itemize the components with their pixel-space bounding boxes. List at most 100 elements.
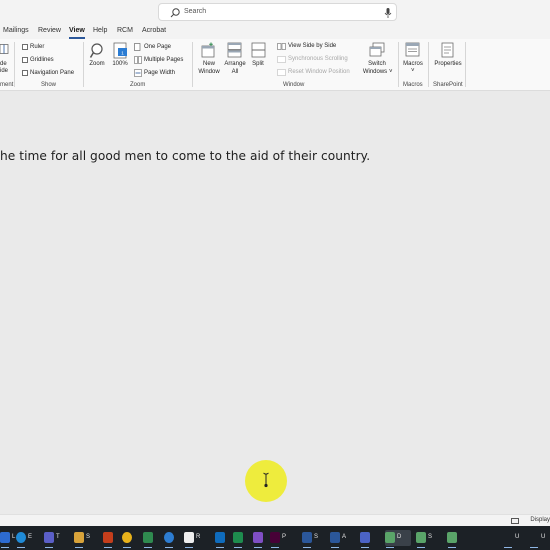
new-window-label-2[interactable]: Window [195,69,223,76]
taskbar-app[interactable] [360,530,372,548]
taskbar-app[interactable] [143,530,155,548]
side-to-side-label-2[interactable]: ide [0,68,8,75]
hundred-percent-label[interactable]: 100% [110,61,130,68]
gridlines-label[interactable]: Gridlines [30,57,54,64]
switch-windows-icon[interactable] [369,42,385,58]
taskbar-app-label: D [397,534,402,540]
document-area[interactable]: he time for all good men to come to the … [0,91,550,514]
search-placeholder: Search [184,8,207,15]
one-page-label[interactable]: One Page [144,44,171,51]
arrange-all-label-1[interactable]: Arrange [221,61,249,68]
hundred-percent-icon[interactable]: 1 [113,42,128,60]
document-icon [233,532,243,543]
synchronous-scrolling-label: Synchronous Scrolling [288,56,348,62]
taskbar-app-label: A [342,534,347,540]
zoom-label[interactable]: Zoom [87,61,107,68]
arrange-all-icon[interactable] [227,42,242,58]
ribbon-tabs: Mailings Review View Help RCM Acrobat [0,25,550,39]
chevron-down-icon[interactable]: ˅ [411,68,415,75]
split-label[interactable]: Split [246,61,270,68]
navigation-pane-label[interactable]: Navigation Pane [30,70,74,77]
page-width-label[interactable]: Page Width [144,70,175,77]
taskbar-app-active[interactable]: D [385,530,411,548]
app-icon [302,532,312,543]
search-icon [170,8,180,18]
ruler-checkbox[interactable] [22,44,28,50]
properties-label[interactable]: Properties [432,61,464,68]
taskbar-app-label: S [314,534,319,540]
file-explorer-icon [74,532,84,543]
taskbar-app-label: P [282,534,287,540]
zoom-icon[interactable] [89,42,105,60]
app-icon [447,532,457,543]
app-icon [215,532,225,543]
taskbar-app[interactable]: A [330,530,354,548]
taskbar-app[interactable] [253,530,265,548]
tab-help[interactable]: Help [93,27,107,34]
taskbar-app[interactable]: S [416,530,440,548]
group-separator [398,42,399,87]
taskbar-app-label: S [428,534,433,540]
tab-acrobat[interactable]: Acrobat [142,27,166,34]
taskbar-app[interactable]: E [16,530,40,548]
display-settings-label[interactable]: Display [530,517,550,523]
taskbar-app[interactable] [447,530,459,548]
group-separator [83,42,84,87]
taskbar-app-label: U [515,534,520,540]
navigation-pane-checkbox[interactable] [22,70,28,76]
taskbar-app[interactable]: U [529,530,550,548]
tab-review[interactable]: Review [38,27,61,34]
taskbar-app[interactable] [233,530,245,548]
taskbar-app[interactable] [103,530,115,548]
macros-label[interactable]: Macros [400,61,426,68]
tab-mailings[interactable]: Mailings [3,27,29,34]
macros-icon[interactable] [405,42,421,58]
text-cursor-icon [263,472,269,488]
edge-icon [16,532,26,543]
side-to-side-label-1[interactable]: de [0,61,7,68]
properties-icon[interactable] [441,42,455,58]
taskbar-app[interactable] [164,530,176,548]
notes-icon [103,532,113,543]
tab-rcm[interactable]: RCM [117,27,133,34]
document-page[interactable]: he time for all good men to come to the … [0,91,550,514]
app-icon [270,532,280,543]
taskbar-app[interactable]: P [270,530,292,548]
teams-icon [44,532,54,543]
taskbar-app[interactable]: R [184,530,206,548]
group-label-show: Show [41,82,57,88]
display-settings-icon[interactable] [511,518,519,524]
split-icon[interactable] [251,42,266,58]
gridlines-checkbox[interactable] [22,57,28,63]
taskbar-app[interactable]: L [0,530,15,548]
new-window-label-1[interactable]: New [195,61,223,68]
arrange-all-label-2[interactable]: All [221,69,249,76]
switch-windows-label-1[interactable]: Switch [361,61,393,68]
view-side-by-side-label[interactable]: View Side by Side [288,43,336,50]
app-icon [184,532,194,543]
search-box[interactable]: Search [158,3,397,21]
page-width-icon [134,69,142,77]
taskbar-app[interactable] [122,530,134,548]
taskbar-app[interactable] [215,530,229,548]
document-text[interactable]: he time for all good men to come to the … [0,149,370,163]
ruler-label[interactable]: Ruler [30,44,44,51]
tab-view[interactable]: View [69,27,85,34]
new-window-icon[interactable] [201,42,216,58]
multiple-pages-label[interactable]: Multiple Pages [144,57,183,64]
taskbar-app[interactable]: S [302,530,324,548]
chevron-down-icon[interactable]: ˅ [389,69,393,76]
chrome-icon [164,532,174,543]
reset-window-position-label: Reset Window Position [288,69,350,75]
taskbar: L E T S R P S A D S U U [0,526,550,550]
switch-windows-label-2[interactable]: Windows [359,69,391,76]
view-side-by-side-icon [277,43,286,50]
dreamweaver-icon [330,532,340,543]
taskbar-app-label: E [28,534,33,540]
taskbar-app[interactable]: S [74,530,96,548]
microphone-icon[interactable] [383,7,393,19]
taskbar-app[interactable]: U [503,530,525,548]
app-icon [503,532,513,543]
taskbar-app[interactable]: T [44,530,66,548]
taskbar-app-label: R [196,534,201,540]
